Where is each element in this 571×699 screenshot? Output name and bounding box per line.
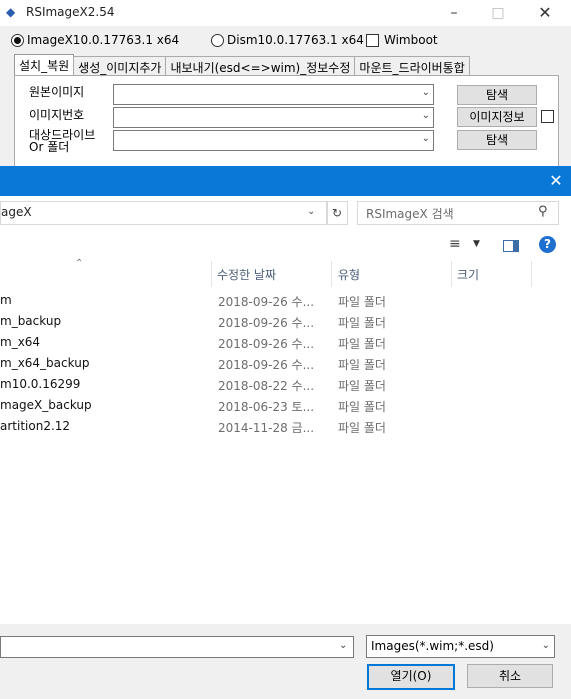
file-row[interactable]: m 2018-09-26 수... 파일 폴더 (0, 291, 571, 312)
image-index-label: 이미지번호 (29, 108, 85, 122)
checkbox-icon[interactable] (366, 33, 379, 47)
minimize-icon[interactable]: – (444, 3, 464, 23)
column-type[interactable]: 유형 (338, 266, 360, 283)
refresh-icon[interactable]: ↻ (326, 201, 348, 225)
file-row[interactable]: m_x64_backup 2018-09-26 수... 파일 폴더 (0, 354, 571, 375)
tab-create-add[interactable]: 생성_이미지추가 (73, 56, 167, 77)
search-input[interactable]: RSImageX 검색 ⚲ (357, 201, 559, 225)
view-options-icon[interactable]: ≡ (449, 236, 461, 252)
column-size[interactable]: 크기 (457, 266, 479, 283)
wimboot-checkbox[interactable]: Wimboot (366, 31, 438, 49)
radio-unselected-icon[interactable] (211, 33, 224, 47)
source-image-label: 원본이미지 (29, 85, 85, 99)
column-divider[interactable] (211, 261, 212, 287)
file-type-select[interactable]: Images(*.wim;*.esd) ⌄ (366, 635, 555, 658)
window-title: RSImageX2.54 (26, 5, 115, 19)
file-type: 파일 폴더 (338, 337, 386, 351)
dialog-title-bar: ✕ (0, 166, 571, 196)
preview-pane-icon[interactable] (503, 240, 519, 252)
tab-install-restore[interactable]: 설치_복원 (14, 54, 75, 77)
tab-mount-driver[interactable]: 마운트_드라이버통합 (354, 56, 470, 77)
open-button[interactable]: 열기(O) (367, 664, 455, 690)
chevron-down-icon[interactable]: ⌄ (339, 640, 347, 651)
file-type: 파일 폴더 (338, 295, 386, 309)
file-row[interactable]: m_backup 2018-09-26 수... 파일 폴더 (0, 312, 571, 333)
close-icon[interactable]: ✕ (535, 3, 555, 23)
chevron-down-icon: ⌄ (421, 110, 430, 121)
file-date: 2018-09-26 수... (218, 316, 315, 330)
title-bar: ◆ RSImageX2.54 – □ ✕ (0, 0, 571, 26)
image-info-button[interactable]: 이미지정보 (457, 107, 537, 127)
file-date: 2014-11-28 금... (218, 421, 315, 435)
file-type: 파일 폴더 (338, 358, 386, 372)
target-drive-combo[interactable]: ⌄ (113, 130, 434, 151)
file-type-value: Images(*.wim;*.esd) (371, 639, 494, 653)
search-placeholder: RSImageX 검색 (366, 207, 454, 221)
file-type: 파일 폴더 (338, 421, 386, 435)
file-type: 파일 폴더 (338, 400, 386, 414)
file-row[interactable]: m_x64 2018-09-26 수... 파일 폴더 (0, 333, 571, 354)
file-name-input[interactable]: ⌄ (0, 636, 354, 658)
file-name: m_backup (0, 314, 62, 328)
wimboot-label: Wimboot (384, 33, 438, 47)
address-bar[interactable]: ageX ⌄ (0, 201, 328, 225)
target-folder-label: Or 폴더 (29, 140, 70, 154)
file-name: mageX_backup (0, 398, 92, 412)
sort-up-icon: ⌃ (75, 258, 84, 269)
app-icon: ◆ (6, 5, 16, 19)
column-divider[interactable] (451, 261, 452, 287)
image-info-checkbox[interactable] (541, 110, 554, 123)
file-name: artition2.12 (0, 419, 71, 433)
file-row[interactable]: artition2.12 2014-11-28 금... 파일 폴더 (0, 417, 571, 438)
tab-bar: 설치_복원 생성_이미지추가 내보내기(esd<=>wim)_정보수정 마운트_… (14, 54, 470, 77)
cancel-button[interactable]: 취소 (467, 664, 553, 688)
file-date: 2018-06-23 토... (218, 400, 315, 414)
source-image-combo[interactable]: ⌄ (113, 84, 434, 105)
file-type: 파일 폴더 (338, 316, 386, 330)
chevron-down-icon[interactable]: ⌄ (307, 206, 315, 217)
file-name: m_x64_backup (0, 356, 90, 370)
file-name: m (0, 293, 12, 307)
file-date: 2018-08-22 수... (218, 379, 315, 393)
column-date[interactable]: 수정한 날짜 (217, 266, 276, 283)
help-icon[interactable]: ? (539, 236, 556, 253)
dism-radio-label: Dism10.0.17763.1 x64 (227, 33, 364, 47)
caret-down-icon[interactable]: ▼ (473, 239, 480, 249)
address-text: ageX (1, 205, 32, 219)
column-divider[interactable] (531, 261, 532, 287)
tab-export-edit[interactable]: 내보내기(esd<=>wim)_정보수정 (165, 56, 356, 77)
column-header: ⌃ 수정한 날짜 유형 크기 (0, 258, 571, 287)
file-date: 2018-09-26 수... (218, 358, 315, 372)
radio-selected-icon[interactable] (11, 33, 24, 47)
file-name: m_x64 (0, 335, 41, 349)
close-icon[interactable]: ✕ (542, 170, 570, 192)
file-row[interactable]: mageX_backup 2018-06-23 토... 파일 폴더 (0, 396, 571, 417)
search-icon[interactable]: ⚲ (538, 204, 548, 219)
image-index-combo[interactable]: ⌄ (113, 107, 434, 128)
file-type: 파일 폴더 (338, 379, 386, 393)
chevron-down-icon: ⌄ (421, 87, 430, 98)
view-toolbar: ≡ ▼ ? (0, 232, 571, 260)
browse-source-button[interactable]: 탐색 (457, 85, 537, 105)
imagex-radio-label: ImageX10.0.17763.1 x64 (27, 33, 180, 47)
chevron-down-icon: ⌄ (421, 133, 430, 144)
column-divider[interactable] (331, 261, 332, 287)
file-row[interactable]: m10.0.16299 2018-08-22 수... 파일 폴더 (0, 375, 571, 396)
dialog-footer: ⌄ Images(*.wim;*.esd) ⌄ 열기(O) 취소 (0, 624, 571, 699)
maximize-icon[interactable]: □ (488, 3, 508, 23)
rsimagex-window: ◆ RSImageX2.54 – □ ✕ ImageX10.0.17763.1 … (0, 0, 571, 172)
dism-radio[interactable]: Dism10.0.17763.1 x64 (211, 31, 364, 49)
file-date: 2018-09-26 수... (218, 337, 315, 351)
imagex-radio[interactable]: ImageX10.0.17763.1 x64 (11, 31, 179, 49)
file-open-dialog: ✕ ageX ⌄ ↻ RSImageX 검색 ⚲ ≡ ▼ ? ⌃ 수정한 날짜 … (0, 166, 571, 699)
browse-target-button[interactable]: 탐색 (457, 130, 537, 150)
file-name: m10.0.16299 (0, 377, 81, 391)
chevron-down-icon: ⌄ (541, 640, 550, 651)
file-date: 2018-09-26 수... (218, 295, 315, 309)
